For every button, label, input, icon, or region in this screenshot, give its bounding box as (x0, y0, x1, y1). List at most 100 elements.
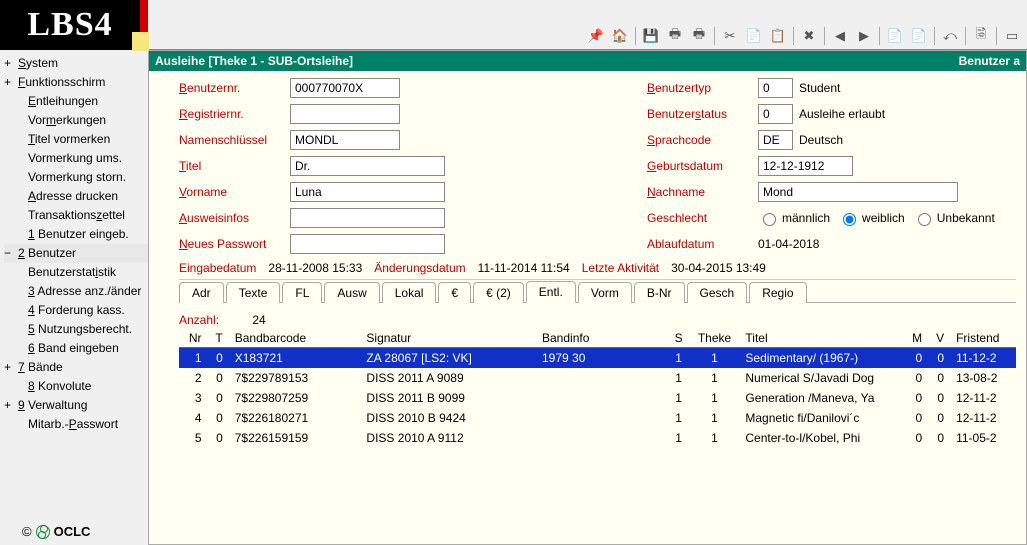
nav-item[interactable]: 6 Band eingeben (4, 339, 148, 358)
radio-w[interactable]: weiblich (838, 210, 905, 226)
toolbar-button-8[interactable]: ✖ (798, 25, 820, 47)
radio-u[interactable]: Unbekannt (913, 210, 995, 226)
nav-item[interactable]: 3 Adresse anz./änder (4, 282, 148, 301)
toolbar-button-0[interactable]: 📌 (585, 25, 607, 47)
toolbar-button-9[interactable]: ◀ (829, 25, 851, 47)
toolbar-separator (793, 27, 794, 45)
tab[interactable]: B-Nr (634, 282, 685, 303)
col-header[interactable]: Titel (739, 329, 904, 348)
toolbar-button-6[interactable]: 📄 (743, 25, 765, 47)
toolbar-button-14[interactable]: 🗟 (970, 25, 992, 47)
toolbar-button-10[interactable]: ▶ (853, 25, 875, 47)
nav-item[interactable]: Adresse drucken (4, 187, 148, 206)
toolbar-button-7[interactable]: 📋 (767, 25, 789, 47)
toolbar-button-5[interactable]: ✂ (719, 25, 741, 47)
table-row[interactable]: 407$226180271DISS 2010 B 942411Magnetic … (179, 408, 1016, 428)
table-row[interactable]: 10X183721ZA 28067 [LS2: VK]1979 3011Sedi… (179, 348, 1016, 369)
cell: 11-05-2 (950, 428, 1016, 448)
col-header[interactable]: Signatur (360, 329, 536, 348)
input-ausweisinfos[interactable] (290, 208, 445, 228)
tab[interactable]: Gesch (687, 282, 748, 303)
label-registriernr: Registriernr. (179, 107, 284, 121)
tab[interactable]: Entl. (526, 281, 576, 303)
tab[interactable]: € (2) (473, 282, 524, 303)
nav-item[interactable]: Titel vormerken (4, 130, 148, 149)
col-header[interactable]: Bandinfo (536, 329, 668, 348)
cell: 0 (928, 348, 950, 369)
nav-item[interactable]: Vormerkung ums. (4, 149, 148, 168)
tab[interactable]: Regio (749, 282, 806, 303)
nav-item[interactable]: 4 Forderung kass. (4, 301, 148, 320)
cell: 1 (668, 368, 690, 388)
nav-item[interactable]: Entleihungen (4, 92, 148, 111)
toolbar-button-4[interactable]: 🖶 (688, 25, 710, 47)
col-header[interactable]: M (904, 329, 928, 348)
col-header[interactable]: V (928, 329, 950, 348)
radio-input-u[interactable] (918, 213, 931, 226)
nav-item[interactable]: 7 Bände (4, 358, 148, 377)
radio-m[interactable]: männlich (758, 210, 830, 226)
toolbar-button-2[interactable]: 💾 (640, 25, 662, 47)
col-header[interactable]: Theke (690, 329, 740, 348)
input-vorname[interactable] (290, 182, 445, 202)
nav-item[interactable]: System (4, 54, 148, 73)
col-header[interactable]: T (208, 329, 229, 348)
col-header[interactable]: Fristend (950, 329, 1016, 348)
nav-item[interactable]: Transaktionszettel (4, 206, 148, 225)
toolbar-button-13[interactable]: ⤺ (939, 25, 961, 47)
nav-item[interactable]: Vormerkung storn. (4, 168, 148, 187)
input-titel[interactable] (290, 156, 445, 176)
input-registriernr[interactable] (290, 104, 400, 124)
loans-table: NrTBandbarcodeSignaturBandinfoSThekeTite… (179, 329, 1016, 448)
input-benutzertyp[interactable] (758, 78, 793, 98)
input-benutzernr[interactable] (290, 78, 400, 98)
nav-item[interactable]: 1 Benutzer eingeb. (4, 225, 148, 244)
col-header[interactable]: Bandbarcode (229, 329, 361, 348)
radio-input-w[interactable] (843, 213, 856, 226)
toolbar-button-15[interactable]: ▭ (1001, 25, 1023, 47)
toolbar-separator (996, 27, 997, 45)
input-benutzerstatus[interactable] (758, 104, 793, 124)
tab[interactable]: Ausw (324, 282, 379, 303)
toolbar-button-11[interactable]: 📄 (884, 25, 906, 47)
tab[interactable]: Adr (179, 282, 224, 303)
nav-item[interactable]: 5 Nutzungsberecht. (4, 320, 148, 339)
nav-item[interactable]: Funktionsschirm (4, 73, 148, 92)
nav-tree: SystemFunktionsschirmEntleihungenVormerk… (4, 54, 148, 434)
toolbar-button-12[interactable]: 📄 (908, 25, 930, 47)
table-row[interactable]: 307$229807259DISS 2011 B 909911Generatio… (179, 388, 1016, 408)
top-region: LBS4 📌🏠💾🖶🖶✂📄📋✖◀▶📄📄⤺🗟▭ (0, 0, 1027, 50)
table-row[interactable]: 207$229789153DISS 2011 A 908911Numerical… (179, 368, 1016, 388)
col-header[interactable]: Nr (179, 329, 208, 348)
input-nachname[interactable] (758, 182, 958, 202)
input-sprachcode[interactable] (758, 130, 793, 150)
input-neues-passwort[interactable] (290, 234, 445, 254)
nav-item[interactable]: 8 Konvolute (4, 377, 148, 396)
nav-item[interactable]: Benutzerstatistik (4, 263, 148, 282)
input-namenschl[interactable] (290, 130, 400, 150)
desc-benutzerstatus: Ausleihe erlaubt (799, 107, 885, 121)
nav-item[interactable]: 2 Benutzer (4, 244, 148, 263)
nav-item[interactable]: 9 Verwaltung (4, 396, 148, 415)
nav-item[interactable]: Vormerkungen (4, 111, 148, 130)
cell: 13-08-2 (950, 368, 1016, 388)
input-geburtsdatum[interactable] (758, 156, 853, 176)
tab[interactable]: Vorm (578, 282, 632, 303)
cell: 0 (928, 428, 950, 448)
tab[interactable]: € (438, 282, 471, 303)
app-root: LBS4 📌🏠💾🖶🖶✂📄📋✖◀▶📄📄⤺🗟▭ SystemFunktionssch… (0, 0, 1027, 545)
nav-item[interactable]: Mitarb.-Passwort (4, 415, 148, 434)
table-row[interactable]: 507$226159159DISS 2010 A 911211Center-to… (179, 428, 1016, 448)
toolbar-button-3[interactable]: 🖶 (664, 25, 686, 47)
radio-input-m[interactable] (763, 213, 776, 226)
tab[interactable]: Texte (226, 282, 281, 303)
tab[interactable]: FL (282, 282, 322, 303)
col-header[interactable]: S (668, 329, 690, 348)
toolbar-button-1[interactable]: 🏠 (609, 25, 631, 47)
tab[interactable]: Lokal (382, 282, 437, 303)
cell: 0 (904, 428, 928, 448)
cell: Magnetic fi/Danilovi´c (739, 408, 904, 428)
desc-sprachcode: Deutsch (799, 133, 843, 147)
table-wrap: Anzahl: 24 NrTBandbarcodeSignaturBandinf… (149, 303, 1026, 544)
cell: 0 (904, 408, 928, 428)
